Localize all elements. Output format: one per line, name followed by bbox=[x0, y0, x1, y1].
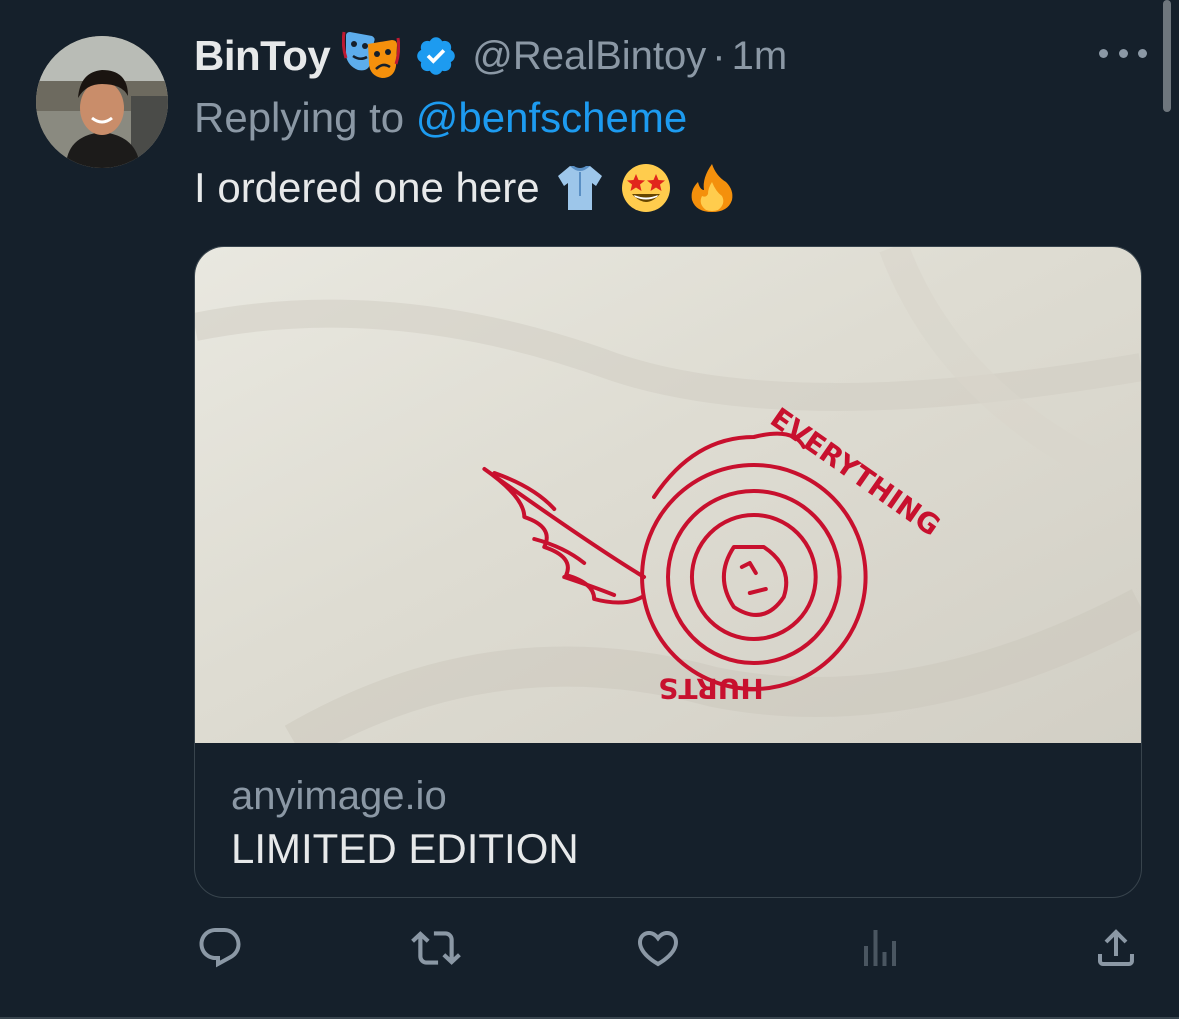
t-shirt-icon bbox=[554, 162, 606, 214]
more-options-button[interactable] bbox=[1099, 38, 1147, 68]
verified-badge-icon[interactable] bbox=[414, 34, 458, 78]
scrollbar[interactable] bbox=[1163, 0, 1171, 112]
more-dot bbox=[1099, 48, 1108, 58]
user-handle[interactable]: @RealBintoy bbox=[472, 34, 706, 79]
reply-icon[interactable] bbox=[194, 922, 246, 974]
tweet[interactable]: BinToy @RealBintoy · 1m Replying to @ben… bbox=[0, 0, 1179, 1019]
views-icon[interactable] bbox=[854, 922, 906, 974]
like-icon[interactable] bbox=[632, 922, 684, 974]
action-bar bbox=[194, 922, 1142, 978]
logo-text-bottom: HURTS bbox=[658, 672, 764, 705]
more-dot bbox=[1138, 48, 1147, 58]
share-icon[interactable] bbox=[1090, 922, 1142, 974]
avatar[interactable] bbox=[36, 36, 168, 168]
card-footer: anyimage.io LIMITED EDITION bbox=[195, 743, 1141, 897]
performing-arts-icon bbox=[342, 30, 401, 82]
tweet-text-content: I ordered one here bbox=[194, 164, 540, 211]
tweet-text: I ordered one here bbox=[194, 158, 1142, 218]
card-domain: anyimage.io bbox=[231, 774, 447, 818]
reply-to-handle[interactable]: @benfscheme bbox=[416, 94, 687, 141]
retweet-icon[interactable] bbox=[410, 922, 462, 974]
separator-dot: · bbox=[712, 33, 726, 78]
card-title: LIMITED EDITION bbox=[231, 825, 579, 872]
more-dot bbox=[1118, 48, 1128, 58]
tweet-content: BinToy @RealBintoy · 1m Replying to @ben… bbox=[194, 28, 1142, 218]
star-struck-icon bbox=[620, 162, 672, 214]
replying-to: Replying to @benfscheme bbox=[194, 90, 1142, 146]
link-card[interactable]: EVERYTHING HURTS anyimage.io LIMITED EDI… bbox=[194, 246, 1142, 898]
display-name[interactable]: BinToy bbox=[194, 32, 331, 80]
fire-icon bbox=[686, 162, 738, 214]
reply-prefix: Replying to bbox=[194, 94, 405, 141]
avatar-photo bbox=[36, 36, 168, 168]
tweet-header: BinToy @RealBintoy · 1m bbox=[194, 28, 1142, 84]
timestamp[interactable]: 1m bbox=[732, 34, 788, 79]
card-image[interactable]: EVERYTHING HURTS bbox=[195, 247, 1141, 743]
